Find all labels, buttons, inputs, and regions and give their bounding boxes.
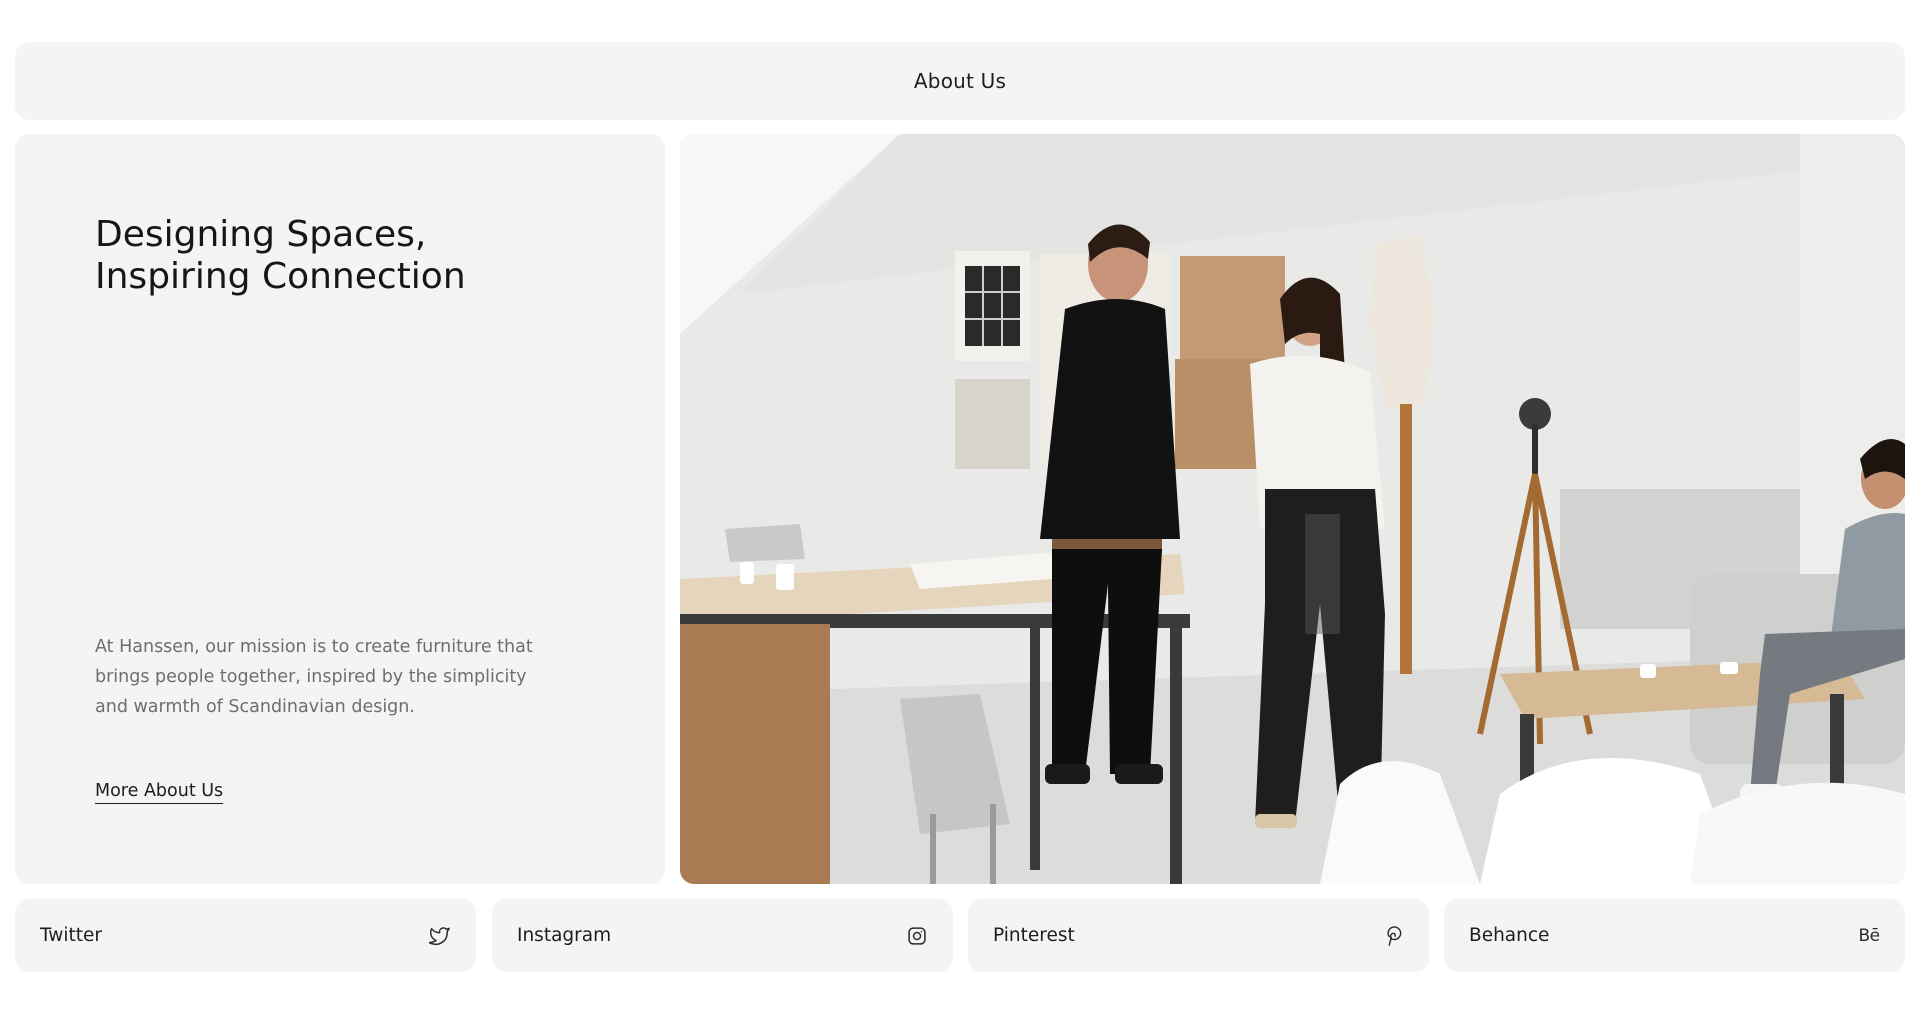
social-link-instagram[interactable]: Instagram [492,899,953,972]
social-link-twitter[interactable]: Twitter [15,899,476,972]
hero-image [680,134,1905,884]
twitter-icon [428,924,452,948]
headline-line-1: Designing Spaces, [95,214,427,255]
social-label-pinterest: Pinterest [993,925,1075,946]
social-link-behance[interactable]: Behance Bē [1444,899,1905,972]
intro-panel: Designing Spaces, Inspiring Connection A… [15,134,665,884]
behance-icon: Bē [1858,925,1880,946]
instagram-icon [905,924,929,948]
social-links: Twitter Instagram Pinterest Behance Bē [15,899,1905,972]
page-title: About Us [913,69,1007,93]
about-page: About Us Designing Spaces, Inspiring Con… [0,0,1920,1015]
more-about-us-link[interactable]: More About Us [95,780,224,804]
social-label-twitter: Twitter [40,925,103,946]
headline: Designing Spaces, Inspiring Connection [95,214,466,298]
social-link-pinterest[interactable]: Pinterest [968,899,1429,972]
pinterest-icon [1381,924,1405,948]
studio-photo [680,134,1905,884]
social-label-behance: Behance [1469,925,1550,946]
social-label-instagram: Instagram [517,925,612,946]
mission-text: At Hanssen, our mission is to create fur… [95,637,533,717]
headline-line-2: Inspiring Connection [95,256,466,297]
page-title-bar: About Us [15,42,1905,120]
